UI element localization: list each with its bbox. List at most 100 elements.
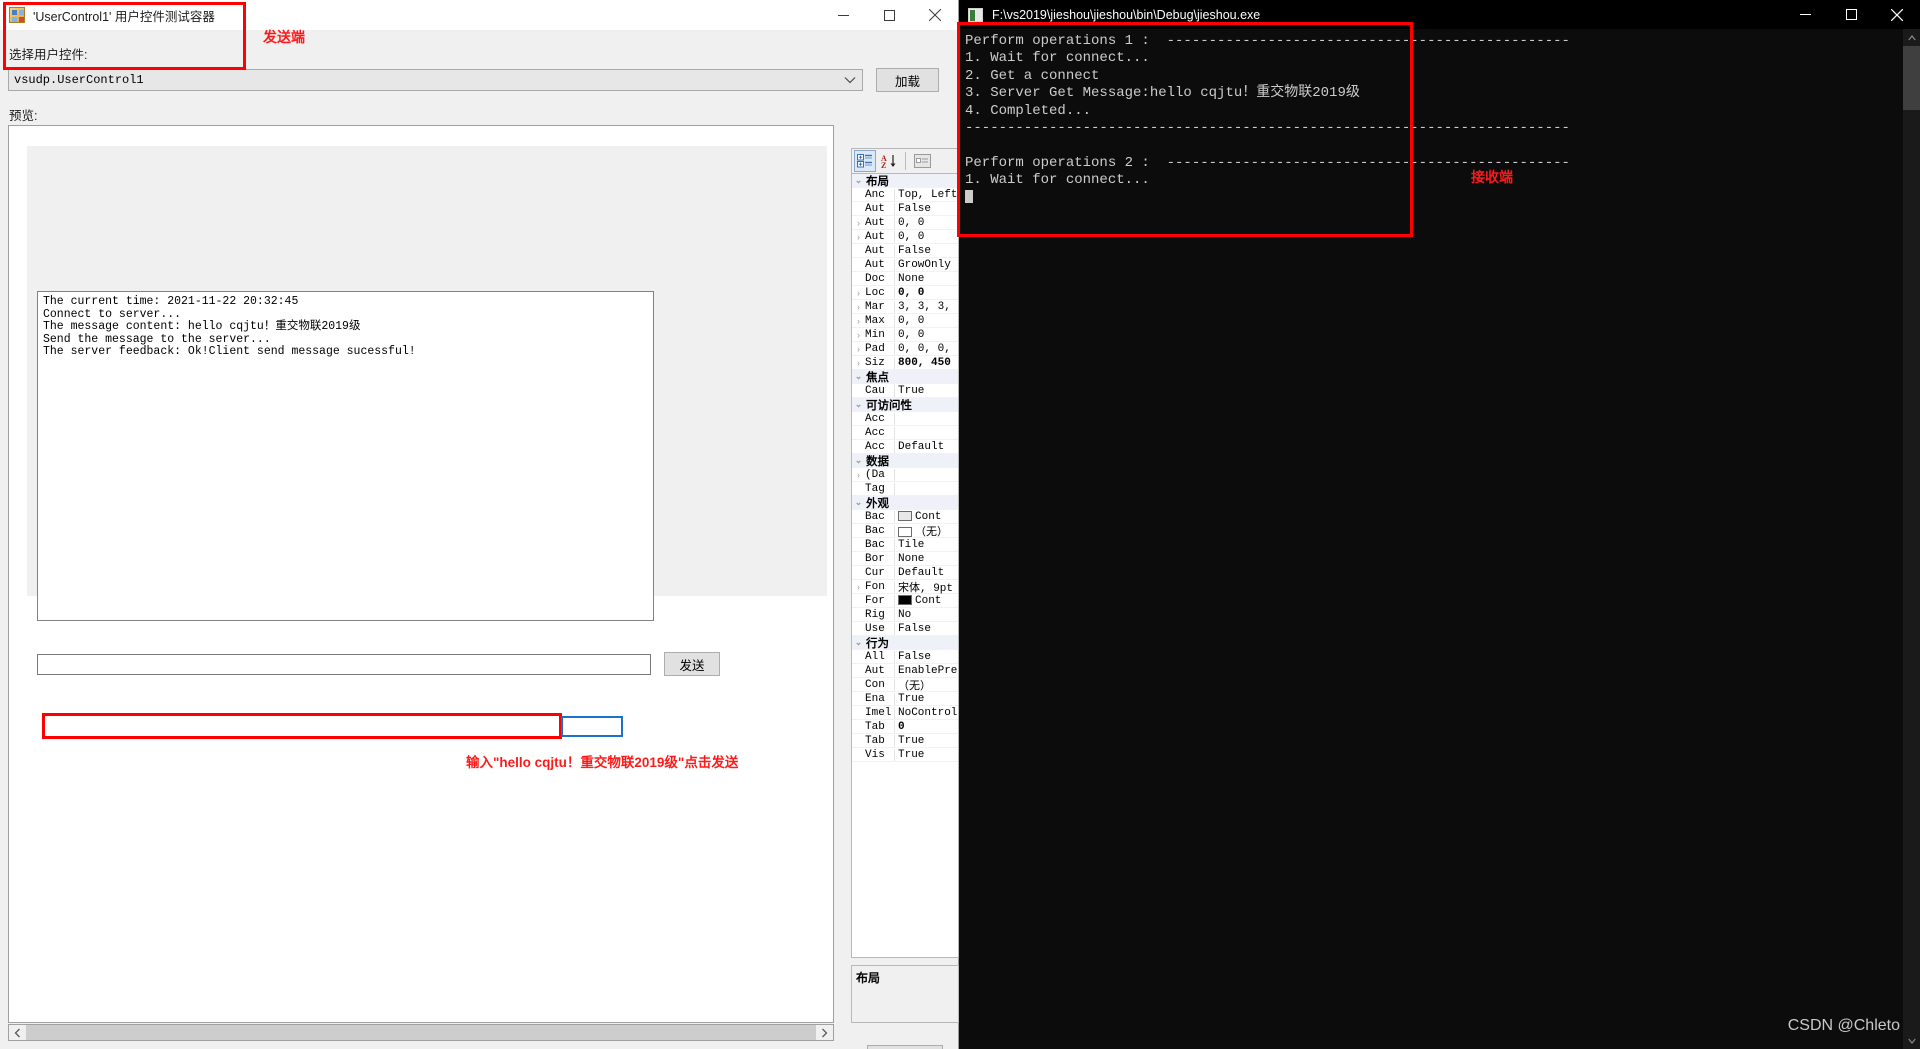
console-scroll-up-icon[interactable] xyxy=(1903,29,1920,46)
property-row[interactable]: For Cont xyxy=(852,594,958,608)
console-scroll-down-icon[interactable] xyxy=(1903,1032,1920,1049)
property-row[interactable]: › Aut 0, 0 xyxy=(852,216,958,230)
chevron-right-icon[interactable]: › xyxy=(852,288,865,298)
property-category-row[interactable]: ⌄ 外观 xyxy=(852,496,958,510)
property-value[interactable]: Cont xyxy=(895,511,958,523)
property-value[interactable]: Default xyxy=(895,441,958,453)
property-value[interactable]: 0, 0 xyxy=(895,315,958,327)
chevron-down-icon[interactable]: ⌄ xyxy=(852,399,865,410)
property-value[interactable]: 0, 0 xyxy=(895,231,958,243)
property-value[interactable]: 3, 3, 3, xyxy=(895,301,958,313)
close-button[interactable] xyxy=(912,0,958,30)
message-input[interactable] xyxy=(37,654,651,675)
property-row[interactable]: Bac （无） xyxy=(852,524,958,539)
property-grid-rows[interactable]: ⌄ 布局 Anc Top, Left Aut False › Aut 0, 0 › Aut 0, 0A… xyxy=(851,174,959,958)
close-dialog-button[interactable]: 关闭 xyxy=(867,1045,943,1049)
console-maximize-button[interactable] xyxy=(1828,0,1874,29)
property-row[interactable]: › Fon 宋体, 9pt xyxy=(852,579,958,595)
chevron-right-icon[interactable]: › xyxy=(852,582,865,592)
property-row[interactable]: Bac Tile xyxy=(852,538,958,552)
console-minimize-button[interactable] xyxy=(1782,0,1828,29)
property-row[interactable]: Aut GrowOnly xyxy=(852,258,958,272)
chevron-right-icon[interactable]: › xyxy=(852,232,865,242)
property-row[interactable]: Bor None xyxy=(852,552,958,566)
property-value[interactable]: True xyxy=(895,735,958,747)
property-row[interactable]: Acc xyxy=(852,426,958,440)
property-value[interactable]: None xyxy=(895,273,958,285)
property-row[interactable]: Imel NoControl xyxy=(852,706,958,720)
console-body[interactable]: Perform operations 1 : -----------------… xyxy=(959,29,1920,1049)
usercontrol-combobox[interactable]: vsudp.UserControl1 xyxy=(8,69,863,91)
chevron-right-icon[interactable]: › xyxy=(852,316,865,326)
chevron-right-icon[interactable]: › xyxy=(852,358,865,368)
send-button[interactable]: 发送 xyxy=(664,652,720,676)
maximize-button[interactable] xyxy=(866,0,912,30)
load-button[interactable]: 加载 xyxy=(876,68,939,92)
property-row[interactable]: Aut False xyxy=(852,244,958,258)
property-value[interactable]: 0, 0, 0, xyxy=(895,343,958,355)
property-value[interactable]: True xyxy=(895,693,958,705)
property-row[interactable]: › Mar 3, 3, 3, xyxy=(852,300,958,314)
property-row[interactable]: › Pad 0, 0, 0, xyxy=(852,342,958,356)
property-row[interactable]: › Max 0, 0 xyxy=(852,314,958,328)
property-row[interactable]: Tab 0 xyxy=(852,720,958,734)
property-row[interactable]: Aut False xyxy=(852,202,958,216)
property-row[interactable]: Tab True xyxy=(852,734,958,748)
property-row[interactable]: › Loc 0, 0 xyxy=(852,286,958,300)
property-value[interactable]: True xyxy=(895,749,958,761)
property-row[interactable]: All False xyxy=(852,650,958,664)
chevron-down-icon[interactable]: ⌄ xyxy=(852,497,865,508)
categorized-icon[interactable] xyxy=(854,150,876,172)
property-row[interactable]: › (Da xyxy=(852,468,958,482)
console-titlebar[interactable]: F:\vs2019\jieshou\jieshou\bin\Debug\jies… xyxy=(959,0,1920,29)
property-value[interactable]: False xyxy=(895,245,958,257)
property-row[interactable]: Acc xyxy=(852,412,958,426)
window-titlebar[interactable]: 'UserControl1' 用户控件测试容器 xyxy=(0,0,958,30)
scrollbar-thumb[interactable] xyxy=(26,1025,816,1040)
property-value[interactable]: GrowOnly xyxy=(895,259,958,271)
property-value[interactable]: Top, Left xyxy=(895,189,958,201)
property-value[interactable]: 0, 0 xyxy=(895,287,958,299)
property-pages-icon[interactable] xyxy=(911,150,933,172)
property-value[interactable]: Default xyxy=(895,567,958,579)
property-value[interactable]: 800, 450 xyxy=(895,357,958,369)
property-value[interactable]: EnablePre xyxy=(895,665,958,677)
property-value[interactable]: No xyxy=(895,609,958,621)
alphabetical-sort-icon[interactable]: A Z xyxy=(878,150,900,172)
property-value[interactable]: Tile xyxy=(895,539,958,551)
property-value[interactable]: 0, 0 xyxy=(895,217,958,229)
scroll-right-icon[interactable] xyxy=(816,1025,833,1040)
chevron-right-icon[interactable]: › xyxy=(852,330,865,340)
console-vertical-scrollbar[interactable] xyxy=(1903,29,1920,1049)
property-category-row[interactable]: ⌄ 焦点 xyxy=(852,370,958,384)
chevron-right-icon[interactable]: › xyxy=(852,218,865,228)
minimize-button[interactable] xyxy=(820,0,866,30)
preview-horizontal-scrollbar[interactable] xyxy=(8,1024,834,1041)
chevron-right-icon[interactable]: › xyxy=(852,344,865,354)
property-value[interactable]: None xyxy=(895,553,958,565)
property-category-row[interactable]: ⌄ 行为 xyxy=(852,636,958,650)
chevron-down-icon[interactable]: ⌄ xyxy=(852,371,865,382)
property-row[interactable]: Vis True xyxy=(852,748,958,762)
property-category-row[interactable]: ⌄ 可访问性 xyxy=(852,398,958,412)
property-value[interactable]: False xyxy=(895,203,958,215)
property-row[interactable]: Anc Top, Left xyxy=(852,188,958,202)
chevron-down-icon[interactable]: ⌄ xyxy=(852,637,865,648)
message-log-textbox[interactable]: The current time: 2021-11-22 20:32:45 Co… xyxy=(37,291,654,621)
chevron-down-icon[interactable]: ⌄ xyxy=(852,455,865,466)
property-value[interactable]: False xyxy=(895,623,958,635)
property-value[interactable]: 0 xyxy=(895,721,958,733)
property-value[interactable]: 宋体, 9pt xyxy=(895,579,958,595)
chevron-down-icon[interactable]: ⌄ xyxy=(852,175,865,186)
chevron-right-icon[interactable]: › xyxy=(852,302,865,312)
property-value[interactable]: （无） xyxy=(895,677,958,693)
property-row[interactable]: › Min 0, 0 xyxy=(852,328,958,342)
property-row[interactable]: › Aut 0, 0 xyxy=(852,230,958,244)
console-close-button[interactable] xyxy=(1874,0,1920,29)
console-scrollbar-thumb[interactable] xyxy=(1903,46,1920,110)
property-value[interactable]: Cont xyxy=(895,595,958,607)
property-value[interactable]: True xyxy=(895,385,958,397)
chevron-right-icon[interactable]: › xyxy=(852,470,865,480)
property-category-row[interactable]: ⌄ 数据 xyxy=(852,454,958,468)
property-value[interactable]: 0, 0 xyxy=(895,329,958,341)
